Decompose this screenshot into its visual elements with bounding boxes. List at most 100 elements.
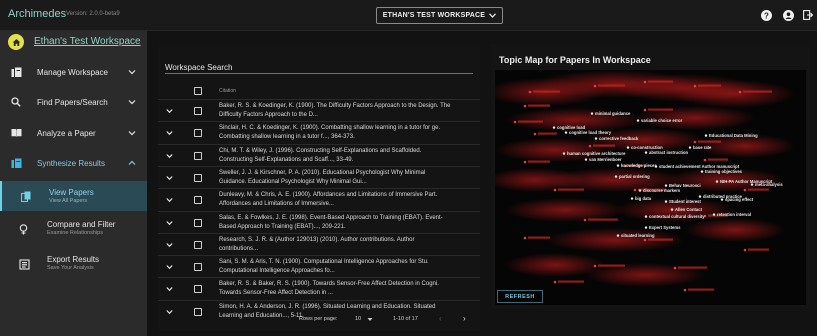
topic-label[interactable]: base rate <box>693 145 712 150</box>
citation-column-header[interactable]: Citation <box>219 88 236 94</box>
topic-label[interactable]: partial ordering <box>619 174 650 179</box>
chevron-down-icon[interactable] <box>128 129 136 137</box>
topic-label[interactable]: corrective feedback <box>599 136 639 141</box>
workspace-select[interactable]: ETHAN'S TEST WORKSPACE <box>376 7 503 24</box>
row-checkbox[interactable] <box>194 263 202 272</box>
expand-row-icon[interactable] <box>166 175 173 181</box>
topic-label[interactable]: human cognitive architecture <box>567 151 626 156</box>
topic-label[interactable]: big data <box>635 196 652 201</box>
topic-label[interactable]: meta-analysis <box>755 182 783 187</box>
topic-label[interactable]: discourse markers <box>643 188 681 193</box>
table-row[interactable]: Dunleavy, M. & Chris, A. E. (1900). Affo… <box>158 188 480 210</box>
topic-label[interactable]: variable choice error <box>641 118 683 123</box>
expand-row-icon[interactable] <box>166 264 173 270</box>
workspace-search-input[interactable] <box>165 73 473 74</box>
sidebar-item-synthesize-results[interactable]: Synthesize Results <box>0 148 147 178</box>
topic-label[interactable]: retention interval <box>717 212 751 217</box>
topic-point-red <box>633 188 637 192</box>
row-checkbox[interactable] <box>194 240 202 249</box>
previous-page-button[interactable]: ‹ <box>439 314 442 323</box>
home-icon[interactable] <box>8 34 24 50</box>
row-checkbox[interactable] <box>194 129 202 138</box>
topic-label-red <box>748 248 769 251</box>
topic-point <box>636 119 640 122</box>
caret-down-icon[interactable] <box>367 317 373 322</box>
citation-cell[interactable]: Salas, E. & Fowlkes, J. E. (1998). Event… <box>219 214 474 232</box>
table-row[interactable]: Chi, M. T. & Wiley, J. (1996). Construct… <box>158 143 480 166</box>
refresh-button[interactable]: REFRESH <box>497 290 543 303</box>
logout-icon[interactable] <box>802 9 814 21</box>
table-row[interactable]: Sweller, J. J. & Kirschner, P. A. (2010)… <box>158 165 480 188</box>
topic-label[interactable]: Student interest <box>669 199 701 204</box>
app-title[interactable]: Archimedes <box>8 8 66 20</box>
citation-line: Dunleavy, M. & Chris, A. E. (1900). Affo… <box>219 192 438 199</box>
citation-cell[interactable]: Dunleavy, M. & Chris, A. E. (1900). Affo… <box>219 191 474 209</box>
table-row[interactable]: Baker, R. S. & Koedinger, K. (1900). The… <box>158 99 480 121</box>
citation-cell[interactable]: Baker, R. S. & Baker, R. S. (1900). Towa… <box>219 280 474 298</box>
expand-row-icon[interactable] <box>166 153 173 159</box>
sidebar-item-manage-workspace[interactable]: Manage Workspace <box>0 57 147 87</box>
citation-cell[interactable]: Sinclair, H. C. & Koedinger, K. (1900). … <box>219 124 474 142</box>
topic-label[interactable]: knowledge pieces <box>621 163 658 168</box>
topic-label[interactable]: Expert Systems <box>649 225 681 230</box>
topic-label[interactable]: abstract instruction <box>649 150 689 155</box>
citation-cell[interactable]: Chi, M. T. & Wiley, J. (1996). Construct… <box>219 147 474 165</box>
topic-label-red <box>743 90 772 93</box>
chevron-down-icon[interactable] <box>128 68 136 76</box>
topic-label[interactable]: spacing effect <box>725 197 754 202</box>
row-checkbox[interactable] <box>194 173 202 182</box>
topic-label[interactable]: van Merrienboer <box>589 157 622 162</box>
topic-point <box>584 158 588 161</box>
citation-cell[interactable]: Sani, S. M. & Aris, T. N. (1900). Comput… <box>219 258 474 276</box>
row-checkbox[interactable] <box>194 285 202 294</box>
topic-label[interactable]: Educational Data Mining <box>709 133 758 138</box>
sidebar-item-analyze-paper[interactable]: Analyze a Paper <box>0 118 147 148</box>
rows-per-page-select[interactable]: 10 <box>355 316 361 322</box>
topic-label[interactable]: training objectives <box>705 169 743 174</box>
row-checkbox[interactable] <box>194 107 202 115</box>
sidebar-subitem-compare-filter[interactable]: Compare and Filter Examine Relationships <box>0 214 147 244</box>
topic-point-red <box>643 238 647 242</box>
citation-cell[interactable]: Sweller, J. J. & Kirschner, P. A. (2010)… <box>219 169 474 187</box>
workspace-home[interactable]: Ethan's Test Workspace <box>0 31 147 53</box>
topic-label[interactable]: Allen Contact <box>675 207 703 212</box>
topic-label-red <box>748 188 769 191</box>
citation-line: Chi, M. T. & Wiley, J. (1996). Construct… <box>219 147 422 154</box>
sidebar-subitem-caption: Save Your Analysis <box>47 265 94 271</box>
sidebar-subitem-export-results[interactable]: Export Results Save Your Analysis <box>0 249 147 279</box>
account-icon[interactable] <box>782 9 794 21</box>
chevron-down-icon[interactable] <box>128 98 136 106</box>
table-row[interactable]: Research, S. J. R. & (Author 129013) (20… <box>158 232 480 255</box>
table-row[interactable]: Sinclair, H. C. & Koedinger, K. (1900). … <box>158 121 480 143</box>
help-icon[interactable]: ? <box>760 9 772 21</box>
workspace-name-link[interactable]: Ethan's Test Workspace <box>34 36 141 47</box>
row-checkbox[interactable] <box>194 151 202 160</box>
sidebar-item-find-papers[interactable]: Find Papers/Search <box>0 87 147 117</box>
topic-label[interactable]: minimal guidance <box>595 111 631 116</box>
row-checkbox[interactable] <box>194 196 202 205</box>
row-checkbox[interactable] <box>194 218 202 227</box>
topic-label[interactable]: cognitive load theory <box>569 130 612 135</box>
table-row[interactable]: Baker, R. S. & Baker, R. S. (1900). Towa… <box>158 277 480 299</box>
topic-map-canvas[interactable]: minimal guidance variable choice error cog… <box>495 70 806 305</box>
citation-cell[interactable]: Research, S. J. R. & (Author 129013) (20… <box>219 236 474 254</box>
sidebar-subitem-view-papers[interactable]: View Papers View All Papers <box>0 181 147 211</box>
chevron-up-icon[interactable] <box>128 159 136 167</box>
topic-point <box>704 134 708 137</box>
citation-cell[interactable]: Baker, R. S. & Koedinger, K. (1900). The… <box>219 102 474 120</box>
topic-point <box>590 112 594 115</box>
expand-row-icon[interactable] <box>166 130 173 136</box>
select-all-checkbox[interactable] <box>194 87 202 95</box>
expand-row-icon[interactable] <box>166 108 173 114</box>
table-row[interactable]: Sani, S. M. & Aris, T. N. (1900). Comput… <box>158 255 480 277</box>
next-page-button[interactable]: › <box>463 314 466 323</box>
expand-row-icon[interactable] <box>166 220 173 226</box>
topic-label[interactable]: situated learning <box>621 233 655 238</box>
expand-row-icon[interactable] <box>166 242 173 248</box>
topic-label[interactable]: contextual cultural diversity <box>649 214 705 219</box>
expand-row-icon[interactable] <box>166 286 173 292</box>
table-row[interactable]: Salas, E. & Fowlkes, J. E. (1998). Event… <box>158 210 480 233</box>
topic-point <box>552 126 556 129</box>
expand-row-icon[interactable] <box>166 197 173 203</box>
documents-icon <box>20 190 32 202</box>
